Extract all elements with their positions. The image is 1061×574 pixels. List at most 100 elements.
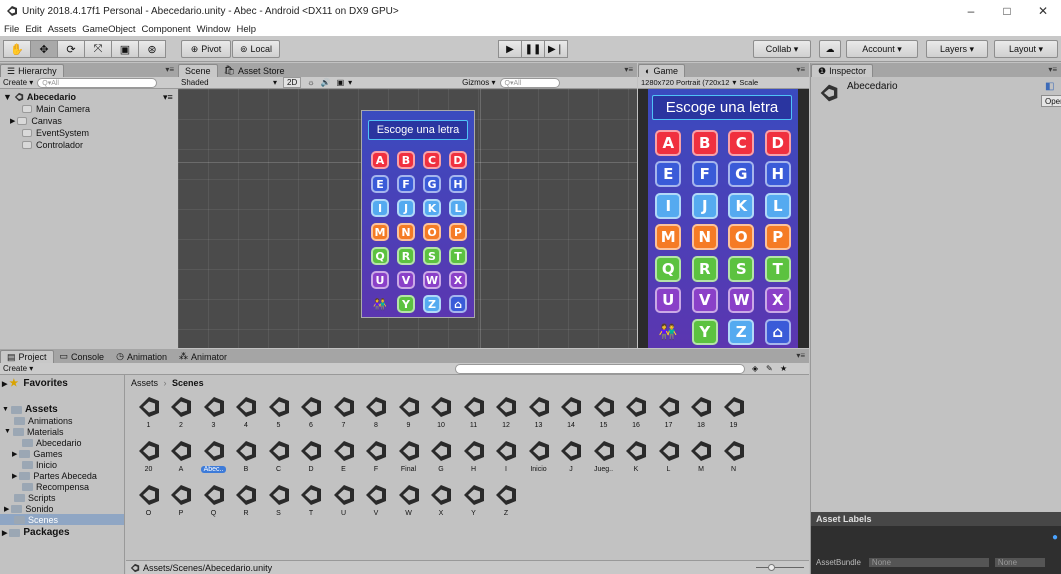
folder-games[interactable]: ▶ Games bbox=[12, 448, 62, 459]
scene-asset[interactable]: C bbox=[262, 438, 295, 482]
scene-asset[interactable]: H bbox=[457, 438, 490, 482]
letter-button[interactable]: A bbox=[371, 151, 389, 169]
scene-asset[interactable]: 2 bbox=[165, 394, 198, 438]
scene-asset[interactable]: M bbox=[685, 438, 718, 482]
scene-asset[interactable]: 15 bbox=[587, 394, 620, 438]
search-by-type-icon[interactable]: ◈ bbox=[752, 364, 758, 373]
icon-size-slider[interactable] bbox=[756, 564, 804, 571]
scene-asset[interactable]: O bbox=[132, 482, 165, 526]
letter-button[interactable]: A bbox=[655, 129, 682, 156]
folder-abecedario[interactable]: Abecedario bbox=[22, 437, 82, 448]
folder-scripts[interactable]: Scripts bbox=[14, 492, 56, 503]
letter-button[interactable]: H bbox=[764, 161, 791, 188]
menu-gameobject[interactable]: GameObject bbox=[82, 24, 135, 35]
letter-button[interactable]: V bbox=[691, 287, 718, 314]
scene-asset[interactable]: J bbox=[555, 438, 588, 482]
expand-arrow-icon[interactable]: ▶ bbox=[12, 472, 17, 480]
letter-button[interactable]: U bbox=[371, 271, 389, 289]
scene-asset[interactable]: X bbox=[425, 482, 458, 526]
tab-asset-store[interactable]: 🛍 Asset Store bbox=[218, 64, 291, 77]
scene-asset[interactable]: E bbox=[327, 438, 360, 482]
kids-character-icon[interactable]: 👫 bbox=[655, 319, 681, 345]
scene-asset[interactable]: B bbox=[230, 438, 263, 482]
close-button[interactable]: ✕ bbox=[1025, 0, 1061, 22]
panel-menu-icon[interactable]: ▾≡ bbox=[1048, 65, 1057, 74]
scene-asset[interactable]: D bbox=[295, 438, 328, 482]
scene-asset[interactable]: Inicio bbox=[522, 438, 555, 482]
letter-button[interactable]: Q bbox=[371, 247, 389, 265]
expand-arrow-icon[interactable]: ▶ bbox=[4, 505, 9, 513]
scale-tool-icon[interactable]: ⤧ bbox=[84, 40, 112, 58]
inspector-settings-icon[interactable]: ◧ bbox=[1045, 81, 1054, 92]
letter-button[interactable]: T bbox=[764, 255, 791, 282]
audio-icon[interactable]: 🔊 bbox=[321, 78, 331, 87]
letter-button[interactable]: C bbox=[728, 129, 755, 156]
expand-arrow-icon[interactable]: ▶ bbox=[12, 450, 17, 458]
scene-asset[interactable]: P bbox=[165, 482, 198, 526]
letter-button[interactable]: G bbox=[423, 175, 441, 193]
transform-tool-icon[interactable]: ⊛ bbox=[138, 40, 166, 58]
letter-button[interactable]: S bbox=[423, 247, 441, 265]
scene-asset[interactable]: 17 bbox=[652, 394, 685, 438]
letter-button[interactable]: J bbox=[691, 192, 718, 219]
letter-button[interactable]: F bbox=[397, 175, 415, 193]
breadcrumb-assets[interactable]: Assets bbox=[131, 378, 158, 388]
folder-animations[interactable]: Animations bbox=[14, 415, 73, 426]
scene-asset[interactable]: W bbox=[392, 482, 425, 526]
letter-button[interactable]: W bbox=[423, 271, 441, 289]
scene-asset[interactable]: K bbox=[620, 438, 653, 482]
letter-button[interactable]: S bbox=[728, 255, 755, 282]
scene-asset[interactable]: Abec.. bbox=[197, 438, 230, 482]
play-icon[interactable]: ▶ bbox=[498, 40, 522, 58]
letter-button[interactable]: N bbox=[397, 223, 415, 241]
letter-button[interactable]: I bbox=[655, 192, 682, 219]
home-icon[interactable]: ⌂ bbox=[449, 295, 467, 313]
scene-asset[interactable]: 10 bbox=[425, 394, 458, 438]
tab-hierarchy[interactable]: ☰ Hierarchy bbox=[0, 64, 64, 77]
scene-asset[interactable]: N bbox=[717, 438, 750, 482]
cloud-icon[interactable]: ☁ bbox=[819, 40, 841, 58]
letter-button[interactable]: E bbox=[371, 175, 389, 193]
scene-canvas-preview[interactable]: Escoge una letra ABCD EFGH IJKL MNOP QRST UVW… bbox=[361, 110, 475, 318]
lighting-icon[interactable]: ☼ bbox=[307, 78, 314, 87]
panel-menu-icon[interactable]: ▾≡ bbox=[165, 65, 174, 74]
panel-menu-icon[interactable]: ▾≡ bbox=[796, 65, 805, 74]
tab-animation[interactable]: ◷ Animation bbox=[110, 350, 173, 363]
assetbundle-variant-dropdown[interactable]: None bbox=[994, 557, 1045, 567]
scene-asset[interactable]: Y bbox=[457, 482, 490, 526]
local-toggle[interactable]: ⊚ Local bbox=[232, 40, 280, 58]
scene-asset[interactable]: S bbox=[262, 482, 295, 526]
folder-materials[interactable]: ▼ Materials bbox=[4, 426, 63, 437]
expand-arrow-icon[interactable]: ▼ bbox=[2, 406, 9, 413]
folder-sonido[interactable]: ▶ Sonido bbox=[4, 503, 53, 514]
kids-character-icon[interactable]: 👫 bbox=[371, 295, 389, 313]
menu-assets[interactable]: Assets bbox=[48, 24, 77, 35]
folder-scenes[interactable]: Scenes bbox=[0, 514, 124, 525]
scene-asset[interactable]: 20 bbox=[132, 438, 165, 482]
layers-dropdown[interactable]: Layers ▾ bbox=[926, 40, 988, 58]
pause-icon[interactable]: ❚❚ bbox=[521, 40, 545, 58]
scene-asset[interactable]: 7 bbox=[327, 394, 360, 438]
home-icon[interactable]: ⌂ bbox=[764, 318, 791, 345]
letter-button[interactable]: V bbox=[397, 271, 415, 289]
scene-menu-icon[interactable]: ▾≡ bbox=[163, 92, 173, 103]
tab-project[interactable]: ▤ Project bbox=[0, 350, 54, 363]
packages-item[interactable]: ▶ Packages bbox=[2, 527, 70, 538]
scene-asset[interactable]: 4 bbox=[230, 394, 263, 438]
scene-asset[interactable]: Z bbox=[490, 482, 523, 526]
scene-asset[interactable]: G bbox=[425, 438, 458, 482]
expand-arrow-icon[interactable]: ▶ bbox=[2, 529, 7, 537]
hierarchy-item-eventsystem[interactable]: EventSystem bbox=[22, 127, 89, 139]
scene-asset[interactable]: F bbox=[360, 438, 393, 482]
effects-dropdown-icon[interactable]: ▾ bbox=[348, 78, 352, 87]
breadcrumb-scenes[interactable]: Scenes bbox=[172, 378, 204, 388]
letter-button[interactable]: T bbox=[449, 247, 467, 265]
hierarchy-item-controlador[interactable]: Controlador bbox=[22, 139, 83, 151]
scene-asset[interactable]: 8 bbox=[360, 394, 393, 438]
letter-button[interactable]: M bbox=[371, 223, 389, 241]
collab-button[interactable]: Collab ▾ bbox=[753, 40, 811, 58]
scene-asset[interactable]: Jueg.. bbox=[587, 438, 620, 482]
expand-arrow-icon[interactable]: ▶ bbox=[2, 380, 7, 388]
scene-asset[interactable]: A bbox=[165, 438, 198, 482]
letter-button[interactable]: E bbox=[655, 161, 682, 188]
